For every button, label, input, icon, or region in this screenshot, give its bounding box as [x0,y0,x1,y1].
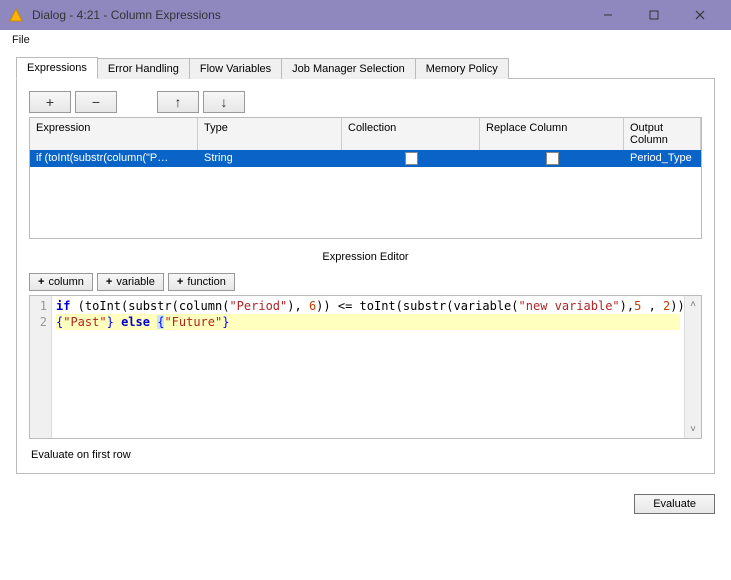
arrow-up-icon: ↑ [175,94,182,110]
cell-expression: if (toInt(substr(column("P… [30,150,198,167]
line-gutter: 1 2 [30,296,52,438]
cell-output: Period_Type [624,150,701,167]
window-controls [585,0,723,30]
evaluate-label: Evaluate on first row [31,449,702,461]
tab-panel-expressions: + − ↑ ↓ Expression Type Collection Repla… [16,78,715,474]
expressions-table: Expression Type Collection Replace Colum… [29,117,702,239]
move-up-button[interactable]: ↑ [157,91,199,113]
scroll-down-icon[interactable]: ˅ [685,421,701,438]
insert-function-button[interactable]: + function [168,273,235,291]
menu-file[interactable]: File [8,32,34,48]
minus-icon: − [92,94,100,110]
checkbox-icon [405,152,418,165]
col-header-output[interactable]: Output Column [624,118,701,150]
col-header-collection[interactable]: Collection [342,118,480,150]
insert-variable-label: variable [116,276,155,288]
scroll-up-icon[interactable]: ˄ [685,296,701,313]
line-number: 1 [34,298,47,314]
cell-collection[interactable] [342,150,480,167]
code-area[interactable]: if (toInt(substr(column("Period"), 6)) <… [52,296,684,438]
plus-icon: + [38,276,44,288]
titlebar: Dialog - 4:21 - Column Expressions [0,0,731,30]
minimize-button[interactable] [585,0,631,30]
col-header-type[interactable]: Type [198,118,342,150]
editor-title: Expression Editor [29,251,702,263]
tab-job-manager[interactable]: Job Manager Selection [281,58,416,79]
insert-column-label: column [48,276,83,288]
evaluate-button[interactable]: Evaluate [634,494,715,514]
arrow-down-icon: ↓ [221,94,228,110]
plus-icon: + [177,276,183,288]
cell-type: String [198,150,342,167]
add-expression-button[interactable]: + [29,91,71,113]
footer: Evaluate [0,486,731,522]
code-editor[interactable]: 1 2 if (toInt(substr(column("Period"), 6… [29,295,702,439]
editor-insert-buttons: + column + variable + function [29,273,702,291]
insert-variable-button[interactable]: + variable [97,273,164,291]
move-down-button[interactable]: ↓ [203,91,245,113]
insert-column-button[interactable]: + column [29,273,93,291]
insert-function-label: function [187,276,226,288]
table-header: Expression Type Collection Replace Colum… [30,118,701,150]
tab-error-handling[interactable]: Error Handling [97,58,190,79]
col-header-replace[interactable]: Replace Column [480,118,624,150]
remove-expression-button[interactable]: − [75,91,117,113]
tab-memory-policy[interactable]: Memory Policy [415,58,509,79]
plus-icon: + [106,276,112,288]
menubar: File [0,30,731,50]
col-header-expression[interactable]: Expression [30,118,198,150]
window-title: Dialog - 4:21 - Column Expressions [32,8,577,22]
expression-toolbar: + − ↑ ↓ [29,91,702,113]
checkbox-icon [546,152,559,165]
tab-flow-variables[interactable]: Flow Variables [189,58,282,79]
cell-replace[interactable] [480,150,624,167]
maximize-button[interactable] [631,0,677,30]
app-icon [8,7,24,23]
line-number: 2 [34,314,47,330]
tab-expressions[interactable]: Expressions [16,57,98,79]
vertical-scrollbar[interactable]: ˄ ˅ [684,296,701,438]
close-button[interactable] [677,0,723,30]
table-row[interactable]: if (toInt(substr(column("P… String Perio… [30,150,701,167]
plus-icon: + [46,94,54,110]
tab-strip: Expressions Error Handling Flow Variable… [16,56,715,78]
